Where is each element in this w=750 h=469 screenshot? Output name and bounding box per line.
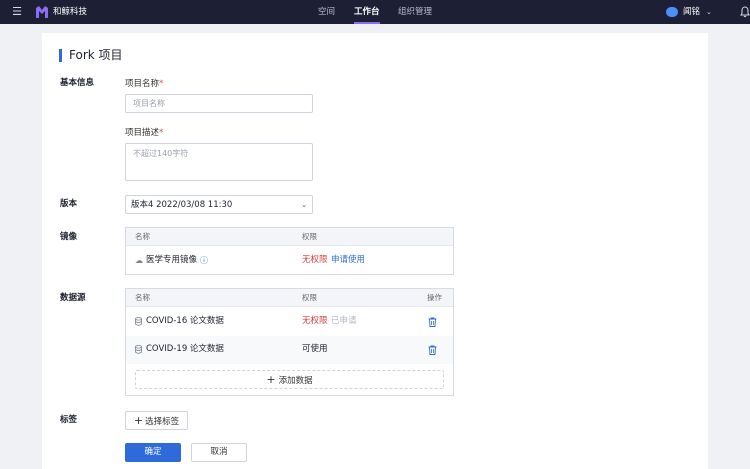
info-icon[interactable]: ⓘ — [200, 256, 208, 266]
chevron-down-icon: ⌄ — [301, 201, 307, 209]
apply-use-link[interactable]: 申请使用 — [331, 255, 365, 266]
plus-icon: + — [266, 373, 276, 386]
bell-icon[interactable] — [740, 6, 750, 18]
col-name: 名称 — [135, 293, 150, 302]
section-datasource: 数据源 — [60, 293, 86, 303]
table-row: ☁ 医学专用镜像 ⓘ 无权限 申请使用 — [126, 247, 453, 275]
chevron-down-icon[interactable]: ⌄ — [706, 7, 712, 17]
version-selected-value: 版本4 2022/03/08 11:30 — [131, 200, 233, 210]
image-name: 医学专用镜像 — [146, 255, 198, 265]
cancel-button[interactable]: 取消 — [191, 443, 247, 462]
table-row: COVID-16 论文数据 无权限 已申请 — [126, 308, 453, 336]
col-name: 名称 — [135, 232, 150, 241]
datasource-name: COVID-16 论文数据 — [146, 316, 224, 326]
project-name-input[interactable] — [125, 94, 313, 113]
trash-icon[interactable] — [428, 345, 437, 355]
hamburger-icon[interactable]: ☰ — [11, 6, 23, 18]
datasource-name: COVID-19 论文数据 — [146, 344, 224, 354]
version-select[interactable]: 版本4 2022/03/08 11:30 ⌄ — [125, 195, 313, 214]
page-title: Fork 项目 — [69, 48, 123, 62]
section-version: 版本 — [60, 199, 78, 209]
database-icon — [135, 345, 142, 354]
datasource-table-header: 名称 权限 操作 — [126, 289, 453, 307]
plus-icon: + — [133, 414, 144, 427]
project-desc-label: 项目描述* — [125, 128, 164, 138]
col-permission: 权限 — [302, 293, 317, 302]
brand-logo[interactable] — [35, 5, 49, 19]
project-name-label: 项目名称* — [125, 79, 164, 89]
trash-icon[interactable] — [428, 317, 437, 327]
datasource-permission: 无权限 — [302, 316, 328, 326]
select-tags-button[interactable]: + 选择标签 — [125, 411, 188, 430]
top-bar: ☰ 和鲸科技 空间 工作台 组织管理 闻铭 ⌄ — [0, 0, 750, 24]
col-actions: 操作 — [427, 293, 442, 302]
datasource-status: 已申请 — [331, 316, 357, 326]
image-table: 名称 权限 ☁ 医学专用镜像 ⓘ 无权限 申请使用 — [125, 227, 454, 275]
section-image: 镜像 — [60, 232, 78, 242]
image-table-header: 名称 权限 — [126, 228, 453, 246]
brand-name: 和鲸科技 — [53, 7, 88, 17]
table-row: COVID-19 论文数据 可使用 — [126, 336, 453, 364]
section-basic-info: 基本信息 — [60, 78, 95, 88]
nav-workbench[interactable]: 工作台 — [354, 0, 380, 24]
col-permission: 权限 — [302, 232, 317, 241]
add-data-label: 添加数据 — [278, 376, 313, 386]
title-accent-bar — [59, 49, 62, 62]
user-avatar[interactable] — [666, 7, 678, 17]
nav-space[interactable]: 空间 — [318, 0, 335, 24]
add-data-button[interactable]: + 添加数据 — [135, 370, 444, 389]
image-permission: 无权限 — [302, 255, 328, 265]
datasource-permission: 可使用 — [302, 344, 328, 354]
nav-org-management[interactable]: 组织管理 — [398, 0, 432, 24]
datasource-table: 名称 权限 操作 COVID-16 论文数据 无权限 已申请 COVID-19 … — [125, 288, 454, 396]
cloud-icon: ☁ — [135, 256, 143, 265]
user-name[interactable]: 闻铭 — [683, 6, 700, 18]
project-desc-textarea[interactable] — [125, 143, 313, 181]
database-icon — [135, 317, 142, 326]
section-tags: 标签 — [60, 415, 78, 425]
confirm-button[interactable]: 确定 — [125, 443, 181, 462]
select-tags-label: 选择标签 — [145, 417, 180, 427]
